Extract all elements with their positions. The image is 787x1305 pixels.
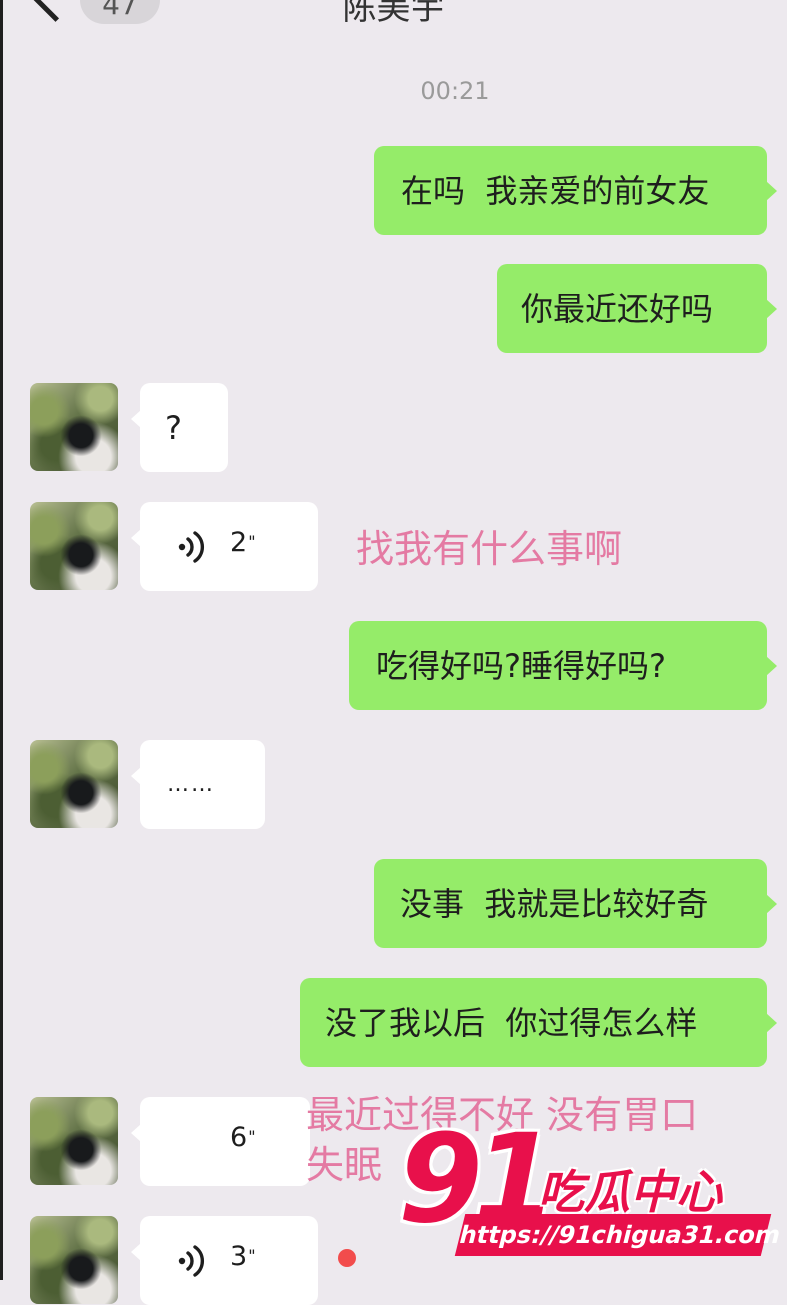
watermark-url: https://91chigua31.com <box>454 1214 784 1256</box>
message-bubble-received[interactable]: …… <box>131 740 265 829</box>
message-text: …… <box>167 771 215 797</box>
message-text: 吃得好吗?睡得好吗? <box>376 646 666 685</box>
message-bubble-sent[interactable]: 你最近还好吗 <box>497 264 777 353</box>
voice-wave-icon <box>178 1244 205 1277</box>
message-text: 没事 我就是比较好奇 <box>400 884 709 923</box>
contact-avatar[interactable] <box>30 1216 118 1304</box>
voice-message-bubble[interactable]: 6" <box>131 1097 310 1186</box>
contact-avatar[interactable] <box>30 383 118 471</box>
voice-duration: 6" <box>230 1121 256 1153</box>
voice-message-bubble[interactable]: 3" <box>131 1216 318 1305</box>
chat-title: 陈美宇 <box>342 0 445 28</box>
watermark-name: 吃瓜中心 <box>538 1165 722 1219</box>
contact-avatar[interactable] <box>30 502 118 590</box>
message-text: 在吗 我亲爱的前女友 <box>401 171 710 210</box>
message-text: ? <box>165 408 182 447</box>
voice-message-bubble[interactable]: 2" <box>131 502 318 591</box>
message-bubble-received[interactable]: ? <box>131 383 228 472</box>
message-text: 没了我以后 你过得怎么样 <box>325 1003 698 1042</box>
message-bubble-sent[interactable]: 吃得好吗?睡得好吗? <box>349 621 777 710</box>
unread-voice-dot <box>338 1249 356 1267</box>
watermark-logo: 91 吃瓜中心 https://91chigua31.com <box>398 1118 784 1263</box>
voice-duration: 3" <box>230 1240 256 1272</box>
contact-avatar[interactable] <box>30 1097 118 1185</box>
screen-edge <box>0 0 3 1280</box>
message-bubble-sent[interactable]: 在吗 我亲爱的前女友 <box>374 146 777 235</box>
message-timestamp: 00:21 <box>420 77 490 105</box>
chat-header: 47 陈美宇 <box>0 0 787 40</box>
voice-caption: 找我有什么事啊 <box>356 527 623 571</box>
message-bubble-sent[interactable]: 没了我以后 你过得怎么样 <box>300 978 777 1067</box>
contact-avatar[interactable] <box>30 740 118 828</box>
message-bubble-sent[interactable]: 没事 我就是比较好奇 <box>374 859 777 948</box>
voice-wave-icon <box>178 530 205 563</box>
voice-caption-line-2: 失眠 <box>306 1143 383 1187</box>
message-text: 你最近还好吗 <box>521 289 714 328</box>
voice-duration: 2" <box>230 526 256 558</box>
